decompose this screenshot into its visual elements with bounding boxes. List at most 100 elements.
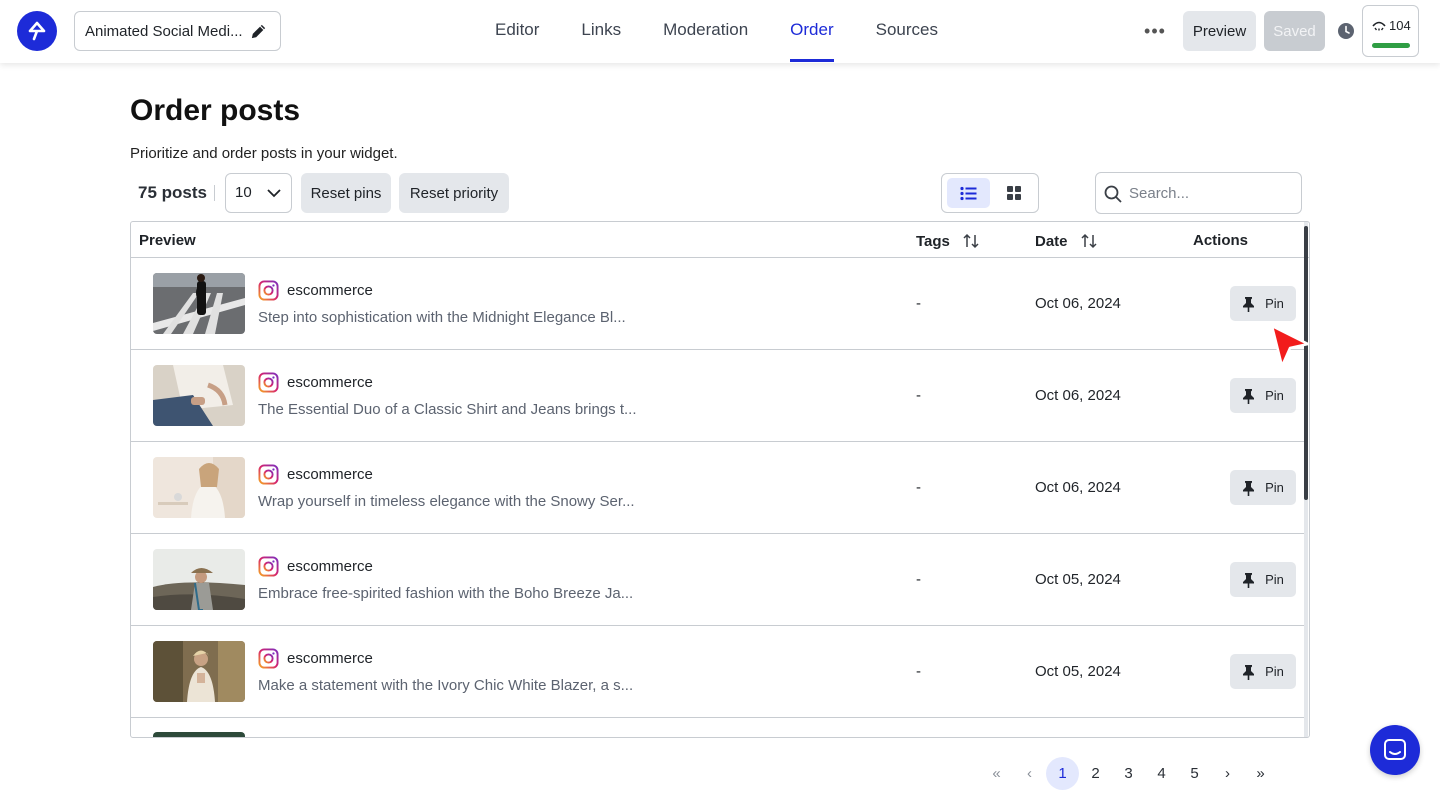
count-divider	[214, 185, 215, 201]
pin-button[interactable]: Pin	[1230, 654, 1296, 689]
pagination: « ‹ 1 2 3 4 5 › »	[980, 756, 1277, 790]
post-tags: -	[916, 479, 921, 496]
posts-table: Preview Tags Date Actions escommerce Ste…	[130, 221, 1310, 738]
instagram-icon	[258, 464, 279, 485]
post-date: Oct 06, 2024	[1035, 479, 1121, 496]
table-row: escommerce The Essential Duo of a Classi…	[131, 350, 1304, 442]
views-count: 104	[1389, 18, 1411, 33]
column-date[interactable]: Date	[1035, 232, 1098, 250]
column-preview: Preview	[139, 232, 196, 249]
table-header: Preview Tags Date Actions	[131, 222, 1309, 258]
post-thumbnail	[153, 273, 245, 334]
pin-icon	[1243, 296, 1255, 312]
pin-label: Pin	[1265, 296, 1284, 311]
post-author: escommerce	[287, 466, 373, 483]
table-row: escommerce Step into sophistication with…	[131, 258, 1304, 350]
more-options-button[interactable]: •••	[1143, 19, 1167, 43]
reset-priority-button[interactable]: Reset priority	[399, 173, 509, 213]
table-row: escommerce Wrap yourself in timeless ele…	[131, 442, 1304, 534]
tab-editor[interactable]: Editor	[495, 0, 539, 63]
preview-button[interactable]: Preview	[1183, 11, 1256, 51]
post-count: 75 posts	[138, 183, 207, 202]
search-input[interactable]	[1129, 181, 1294, 205]
pin-label: Pin	[1265, 480, 1284, 495]
pin-button[interactable]: Pin	[1230, 562, 1296, 597]
pin-label: Pin	[1265, 664, 1284, 679]
page-4-button[interactable]: 4	[1145, 757, 1178, 790]
top-bar: Animated Social Medi... Editor Links Mod…	[0, 0, 1440, 63]
chat-launcher-button[interactable]	[1370, 725, 1420, 775]
per-page-value: 10	[235, 184, 252, 201]
post-author: escommerce	[287, 650, 373, 667]
pin-button[interactable]: Pin	[1230, 378, 1296, 413]
post-tags: -	[916, 387, 921, 404]
reset-pins-button[interactable]: Reset pins	[301, 173, 391, 213]
column-tags-label: Tags	[916, 232, 950, 250]
page-title: Order posts	[130, 94, 301, 127]
view-mode-toggle	[941, 173, 1039, 213]
grid-view-button[interactable]	[992, 178, 1035, 208]
prev-page-button[interactable]: ‹	[1013, 757, 1046, 790]
project-title-text: Animated Social Medi...	[85, 22, 243, 40]
post-thumbnail	[153, 549, 245, 610]
instagram-icon	[258, 372, 279, 393]
project-title-field[interactable]: Animated Social Medi...	[74, 11, 281, 51]
column-actions: Actions	[1193, 232, 1248, 249]
chat-icon	[1384, 739, 1406, 760]
per-page-select[interactable]: 10	[225, 173, 292, 213]
views-progress-bar	[1372, 43, 1410, 48]
last-page-button[interactable]: »	[1244, 757, 1277, 790]
page-1-button[interactable]: 1	[1046, 756, 1079, 790]
post-date: Oct 05, 2024	[1035, 663, 1121, 680]
eye-icon	[1372, 21, 1386, 30]
instagram-icon	[258, 280, 279, 301]
list-icon	[960, 186, 977, 200]
column-date-label: Date	[1035, 232, 1068, 250]
tab-links[interactable]: Links	[581, 0, 621, 63]
post-author: escommerce	[287, 558, 373, 575]
views-counter[interactable]: 104	[1362, 5, 1419, 57]
pin-button[interactable]: Pin	[1230, 286, 1296, 321]
post-thumbnail	[153, 457, 245, 518]
post-tags: -	[916, 295, 921, 312]
sort-icon	[1080, 233, 1097, 249]
sort-icon	[963, 233, 979, 249]
pin-icon	[1243, 388, 1255, 404]
tab-sources[interactable]: Sources	[876, 0, 938, 63]
page-3-button[interactable]: 3	[1112, 757, 1145, 790]
next-page-button[interactable]: ›	[1211, 757, 1244, 790]
pin-button[interactable]: Pin	[1230, 470, 1296, 505]
post-caption: Step into sophistication with the Midnig…	[258, 309, 626, 326]
table-row: escommerce Embrace free-spirited fashion…	[131, 534, 1304, 626]
post-thumbnail	[153, 641, 245, 702]
column-actions-label: Actions	[1193, 232, 1249, 249]
post-date: Oct 05, 2024	[1035, 571, 1121, 588]
post-author: escommerce	[287, 374, 373, 391]
chevron-down-icon	[267, 189, 281, 198]
tab-moderation[interactable]: Moderation	[663, 0, 748, 63]
first-page-button[interactable]: «	[980, 757, 1013, 790]
post-date: Oct 06, 2024	[1035, 295, 1121, 312]
grid-icon	[1006, 186, 1021, 200]
table-row: escommerce Make a statement with the Ivo…	[131, 626, 1304, 718]
history-clock-icon[interactable]	[1337, 22, 1355, 40]
column-tags[interactable]: Tags	[916, 232, 980, 250]
pin-label: Pin	[1265, 572, 1284, 587]
post-date: Oct 06, 2024	[1035, 387, 1121, 404]
post-caption: Wrap yourself in timeless elegance with …	[258, 493, 635, 510]
saved-button[interactable]: Saved	[1264, 11, 1325, 51]
app-logo[interactable]	[17, 11, 57, 51]
pencil-icon[interactable]	[249, 22, 268, 41]
table-scrollbar[interactable]	[1304, 222, 1308, 737]
page-2-button[interactable]: 2	[1079, 757, 1112, 790]
search-icon	[1104, 185, 1122, 203]
search-box	[1095, 172, 1302, 214]
post-tags: -	[916, 663, 921, 680]
post-caption: Embrace free-spirited fashion with the B…	[258, 585, 634, 602]
list-view-button[interactable]	[947, 178, 990, 208]
page-5-button[interactable]: 5	[1178, 757, 1211, 790]
instagram-icon	[258, 556, 279, 577]
post-caption: The Essential Duo of a Classic Shirt and…	[258, 401, 637, 418]
post-caption: Make a statement with the Ivory Chic Whi…	[258, 677, 634, 694]
tab-order[interactable]: Order	[790, 0, 835, 63]
